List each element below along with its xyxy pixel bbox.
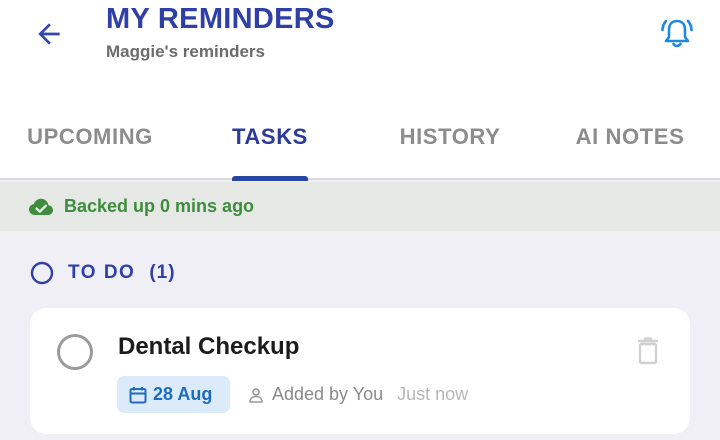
tab-upcoming[interactable]: UPCOMING (0, 124, 180, 180)
tab-history[interactable]: HISTORY (360, 124, 540, 180)
bell-ringing-icon (661, 19, 693, 48)
due-date-text: 28 Aug (153, 384, 213, 404)
circle-outline-icon (30, 261, 54, 285)
task-title: Dental Checkup (118, 333, 300, 360)
tab-ai-notes[interactable]: AI NOTES (540, 124, 720, 180)
page-title: MY REMINDERS (106, 3, 335, 35)
trash-icon (638, 337, 658, 365)
due-date-chip[interactable]: 28 Aug (117, 376, 230, 413)
back-button[interactable] (26, 14, 72, 54)
tab-label: TASKS (232, 124, 308, 149)
backup-status-text: Backed up 0 mins ago (64, 196, 255, 216)
app-bar: MY REMINDERS Maggie's reminders (0, 0, 720, 100)
tab-label: HISTORY (399, 124, 501, 149)
section-label: TO DO (68, 262, 136, 283)
tab-label: UPCOMING (27, 124, 153, 149)
tab-label: AI NOTES (575, 124, 685, 149)
task-complete-checkbox[interactable] (57, 334, 93, 370)
added-time-text: Just now (397, 384, 469, 404)
active-tab-indicator (232, 176, 308, 181)
calendar-icon (129, 386, 147, 403)
cloud-check-icon (29, 198, 53, 215)
arrow-left-icon (38, 23, 60, 45)
tab-tasks[interactable]: TASKS (180, 124, 360, 180)
delete-task-button[interactable] (634, 336, 662, 366)
person-icon (249, 387, 263, 403)
task-meta: Added by You Just now (248, 384, 468, 405)
backup-status-bar: Backed up 0 mins ago (0, 182, 720, 231)
added-by-text: Added by You (272, 384, 384, 404)
task-card[interactable]: Dental Checkup 28 Aug Added by You Just … (30, 308, 690, 434)
todo-section-header[interactable]: TO DO (1) (30, 260, 176, 286)
tab-bar: UPCOMING TASKS HISTORY AI NOTES (0, 100, 720, 180)
notifications-button[interactable] (654, 12, 700, 56)
page-subtitle: Maggie's reminders (106, 42, 265, 61)
section-count: (1) (149, 262, 176, 283)
